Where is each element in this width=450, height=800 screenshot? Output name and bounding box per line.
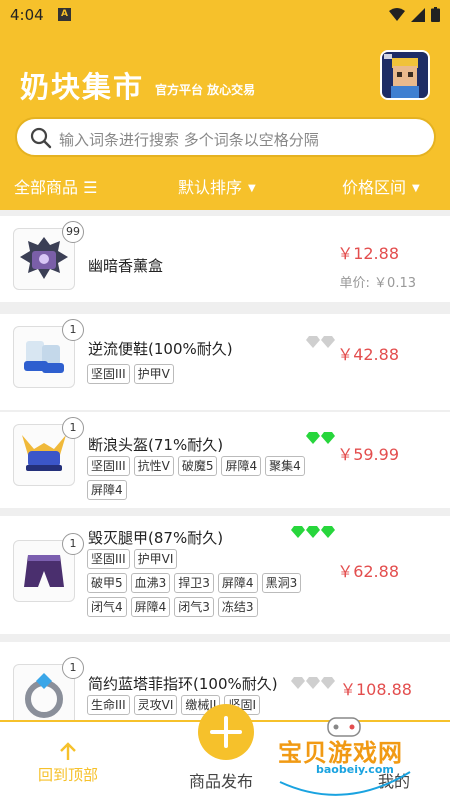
filter-price-range[interactable]: 价格区间 ▼ [342, 174, 420, 198]
back-to-top-label: 回到顶部 [38, 766, 99, 784]
item-count-badge: 1 [62, 417, 84, 439]
plus-icon [210, 716, 242, 748]
enchant-tag: 灵攻VI [133, 695, 178, 715]
enchant-tag: 护甲V [133, 364, 174, 384]
status-icons [389, 7, 440, 22]
enchant-tag: 黑洞3 [261, 573, 302, 593]
enchant-tag: 闭气3 [174, 597, 214, 617]
item-price: ￥12.88 [337, 244, 399, 263]
enchant-tag: 护甲VI [133, 549, 178, 569]
item-price: ￥108.88 [340, 680, 412, 699]
enchant-tag: 血沸3 [130, 573, 171, 593]
gem-icon [321, 526, 335, 538]
gem-icon [306, 526, 320, 538]
enchant-tag: 生命III [87, 695, 130, 715]
gem-icon [291, 677, 305, 689]
gem-icon [321, 677, 335, 689]
search-bar[interactable]: 输入词条进行搜索 多个词条以空格分隔 [15, 117, 436, 157]
enchant-tag: 坚固III [87, 364, 130, 384]
item-thumbnail: 99 [13, 221, 84, 290]
search-icon [30, 127, 52, 149]
item-tags: 生命III 灵攻VI 缴械II 坚固I [87, 695, 287, 715]
enchant-tag: 坚固III [87, 456, 130, 476]
enchant-tag: 聚集4 [265, 456, 305, 476]
app-subtitle: 官方平台 放心交易 [155, 83, 256, 97]
gem-slots [291, 526, 335, 538]
battery-icon [431, 7, 440, 22]
avatar-image [382, 52, 428, 98]
item-price: ￥42.88 [337, 345, 399, 364]
product-list: 99 幽暗香薰盒 ￥12.88 单价: ￥0.13 1 逆流便鞋(100%耐久)… [0, 210, 450, 720]
enchant-tag: 捍卫3 [174, 573, 214, 593]
list-item[interactable]: 99 幽暗香薰盒 ￥12.88 单价: ￥0.13 [0, 216, 450, 302]
enchant-tag: 抗性V [133, 456, 174, 476]
gem-icon [306, 432, 320, 444]
gem-slots [306, 336, 335, 348]
arrow-up-icon [60, 742, 76, 760]
app-title: 奶块集市 [20, 70, 145, 104]
gem-icon [321, 336, 335, 348]
item-name: 简约蓝塔菲指环(100%耐久) [88, 675, 278, 693]
enchant-tag: 闭气4 [87, 597, 127, 617]
item-tags: 坚固III 抗性V 破魔5 屏障4 聚集4 屏障4 [87, 456, 317, 500]
item-unit-price: 单价: ￥0.13 [339, 276, 416, 291]
wifi-icon [389, 7, 405, 21]
status-bar: 4:04 A [0, 0, 450, 30]
gem-icon [306, 336, 320, 348]
notification-icon: A [58, 8, 71, 21]
enchant-tag: 屏障4 [221, 456, 262, 476]
list-item[interactable]: 1 逆流便鞋(100%耐久) 坚固III 护甲V ￥42.88 [0, 314, 450, 410]
item-thumbnail: 1 [13, 533, 84, 602]
gem-slots [306, 432, 335, 444]
item-count-badge: 1 [62, 533, 84, 555]
item-count-badge: 99 [62, 221, 84, 243]
enchant-tag: 破魔5 [177, 456, 218, 476]
enchant-tag: 坚固III [87, 549, 130, 569]
back-to-top-button[interactable]: 回到顶部 [38, 742, 98, 785]
item-tags: 坚固III 护甲V [87, 364, 317, 384]
item-thumbnail: 1 [13, 657, 84, 720]
chevron-down-icon: ▼ [412, 183, 420, 194]
enchant-tag: 屏障4 [87, 480, 127, 500]
watermark-url: baobeiy.com [316, 763, 394, 776]
signal-icon [411, 7, 425, 22]
item-count-badge: 1 [62, 319, 84, 341]
item-name: 幽暗香薰盒 [88, 257, 164, 275]
filter-sort-label: 默认排序 [178, 178, 243, 197]
filter-sort[interactable]: 默认排序 ▼ [178, 174, 256, 198]
publish-button[interactable] [198, 704, 254, 760]
gem-icon [291, 526, 305, 538]
item-price: ￥59.99 [337, 445, 399, 464]
list-item[interactable]: 1 断浪头盔(71%耐久) 坚固III 抗性V 破魔5 屏障4 聚集4 屏障4 … [0, 412, 450, 508]
user-avatar[interactable] [380, 50, 430, 100]
item-tags: 坚固III 护甲VI 破甲5 血沸3 捍卫3 屏障4 黑洞3 闭气4 屏障4 闭… [87, 549, 317, 617]
item-name: 逆流便鞋(100%耐久) [88, 340, 233, 358]
chevron-down-icon: ▼ [248, 183, 256, 194]
item-count-badge: 1 [62, 657, 84, 679]
publish-label[interactable]: 商品发布 [189, 768, 253, 792]
filter-all-products[interactable]: 全部商品 ☰ [14, 174, 97, 198]
gem-icon [321, 432, 335, 444]
item-thumbnail: 1 [13, 417, 84, 486]
search-input[interactable]: 输入词条进行搜索 多个词条以空格分隔 [59, 129, 319, 150]
list-item[interactable]: 1 毁灭腿甲(87%耐久) 坚固III 护甲VI 破甲5 血沸3 捍卫3 屏障4… [0, 516, 450, 634]
enchant-tag: 破甲5 [87, 573, 127, 593]
status-time: 4:04 [10, 6, 44, 24]
item-name: 毁灭腿甲(87%耐久) [88, 529, 224, 547]
enchant-tag: 屏障4 [130, 597, 171, 617]
item-thumbnail: 1 [13, 319, 84, 388]
gem-slots [291, 677, 335, 689]
enchant-tag: 冻结3 [217, 597, 258, 617]
filter-price-label: 价格区间 [342, 178, 407, 197]
item-name: 断浪头盔(71%耐久) [88, 436, 224, 454]
filter-bar: 全部商品 ☰ 默认排序 ▼ 价格区间 ▼ [0, 170, 450, 200]
item-price: ￥62.88 [337, 562, 399, 581]
header: 奶块集市 官方平台 放心交易 输入词条进行搜索 多个词条以空格分隔 全部商品 ☰… [0, 30, 450, 210]
enchant-tag: 屏障4 [217, 573, 258, 593]
gem-icon [306, 677, 320, 689]
